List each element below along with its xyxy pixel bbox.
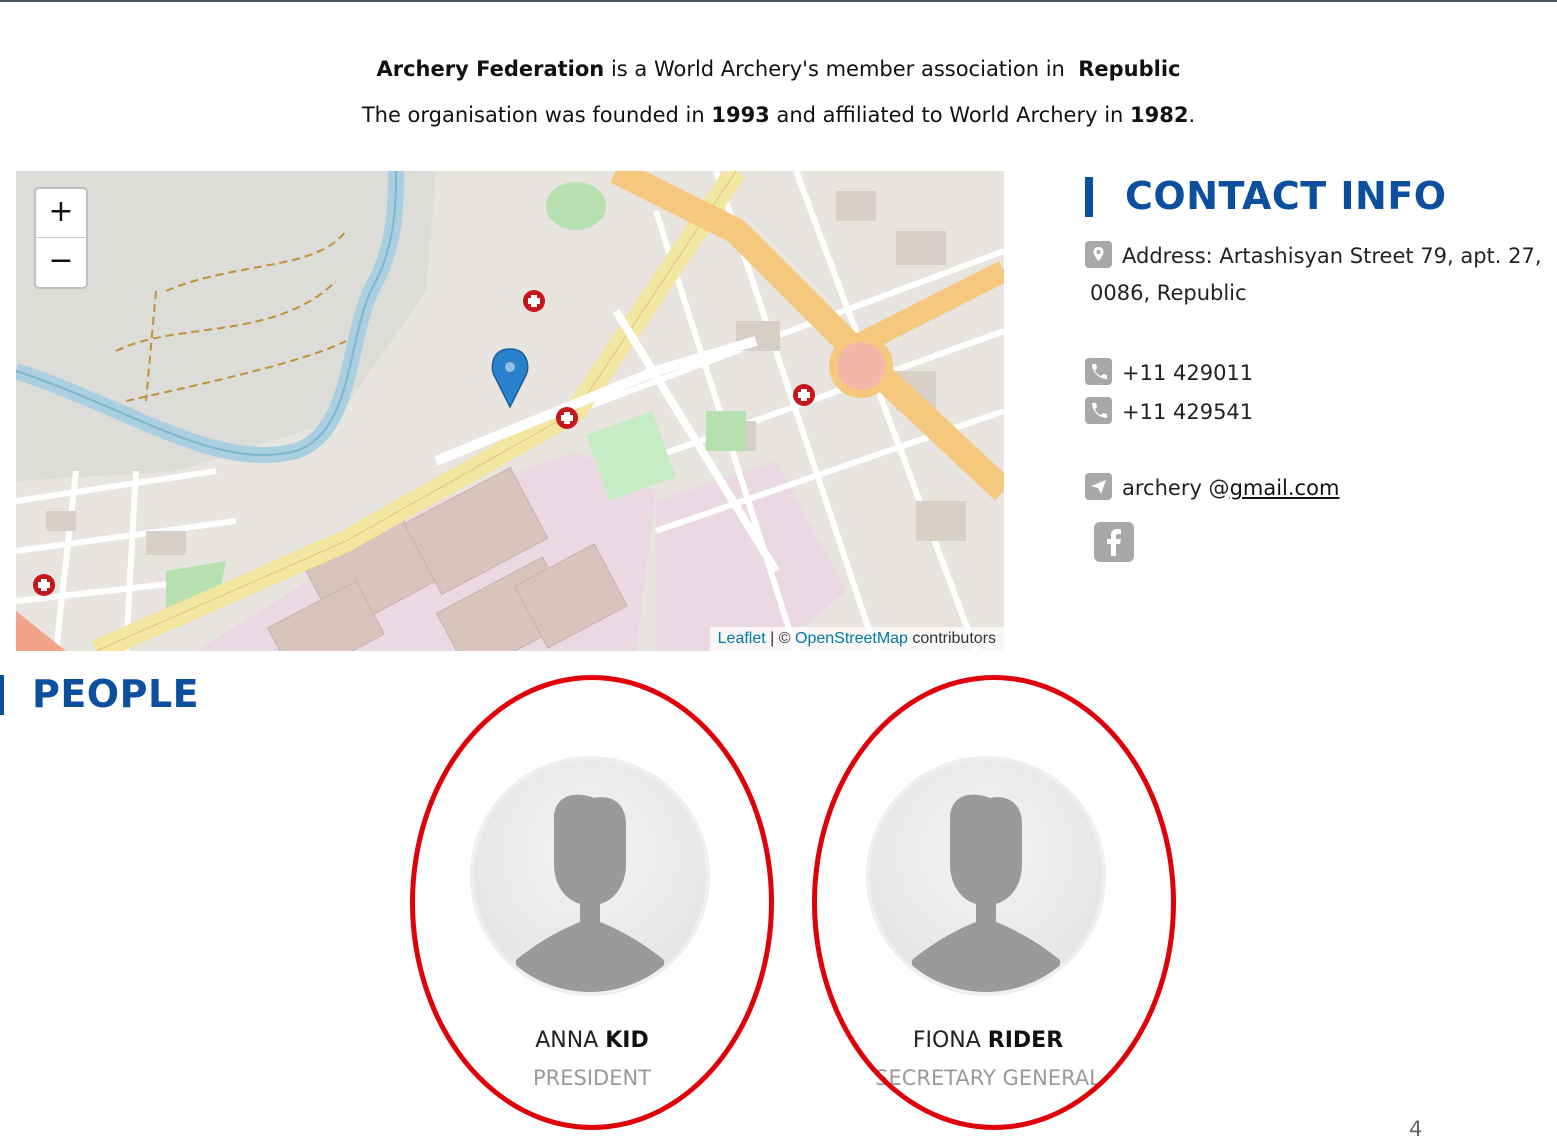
contact-address-line2: 0086, Republic bbox=[1090, 281, 1247, 305]
person-name: ANNA KID bbox=[535, 1028, 649, 1053]
heading-accent-bar bbox=[1085, 177, 1093, 217]
heading-accent-bar bbox=[0, 675, 4, 715]
leaflet-link[interactable]: Leaflet bbox=[718, 630, 766, 647]
contact-phone-1[interactable]: +11 429011 bbox=[1085, 358, 1253, 385]
intro-line-2: The organisation was founded in 1993 and… bbox=[361, 103, 1196, 127]
federation-intro: Archery Federation is a World Archery's … bbox=[0, 46, 1557, 138]
avatar bbox=[470, 756, 710, 996]
page-number: 4 bbox=[1409, 1117, 1423, 1141]
contact-address: Address: Artashisyan Street 79, apt. 27, bbox=[1085, 241, 1542, 268]
person-role: PRESIDENT bbox=[532, 1066, 652, 1090]
facebook-link[interactable] bbox=[1094, 522, 1134, 567]
map-attribution: Leaflet | © OpenStreetMap contributors bbox=[709, 627, 1004, 651]
facebook-icon[interactable] bbox=[1094, 522, 1134, 562]
person-card-secretary-general[interactable]: FIONA RIDER SECRETARY GENERAL bbox=[808, 756, 1168, 1096]
location-map[interactable]: + − Leaflet | © OpenStreetMap contributo… bbox=[16, 171, 1004, 651]
avatar bbox=[866, 756, 1106, 996]
openstreetmap-link[interactable]: OpenStreetMap bbox=[795, 630, 908, 647]
user-silhouette-icon bbox=[912, 794, 1060, 992]
location-pin-icon bbox=[1085, 241, 1112, 268]
intro-line-1: Archery Federation is a World Archery's … bbox=[376, 57, 1181, 81]
email-link[interactable]: gmail.com bbox=[1230, 476, 1340, 500]
contact-email: archery @gmail.com bbox=[1085, 473, 1339, 500]
map-tiles[interactable] bbox=[16, 171, 1004, 651]
top-divider bbox=[0, 0, 1557, 2]
zoom-in-button[interactable]: + bbox=[36, 189, 86, 237]
zoom-out-button[interactable]: − bbox=[36, 237, 86, 286]
send-icon bbox=[1085, 473, 1112, 500]
phone-icon bbox=[1085, 358, 1112, 385]
user-silhouette-icon bbox=[516, 794, 664, 992]
map-zoom-control: + − bbox=[34, 187, 88, 289]
phone-icon bbox=[1085, 397, 1112, 424]
person-card-president[interactable]: ANNA KID PRESIDENT bbox=[412, 756, 772, 1096]
contact-phone-2[interactable]: +11 429541 bbox=[1085, 397, 1253, 424]
person-name: FIONA RIDER bbox=[912, 1028, 1064, 1053]
person-role: SECRETARY GENERAL bbox=[875, 1066, 1101, 1090]
